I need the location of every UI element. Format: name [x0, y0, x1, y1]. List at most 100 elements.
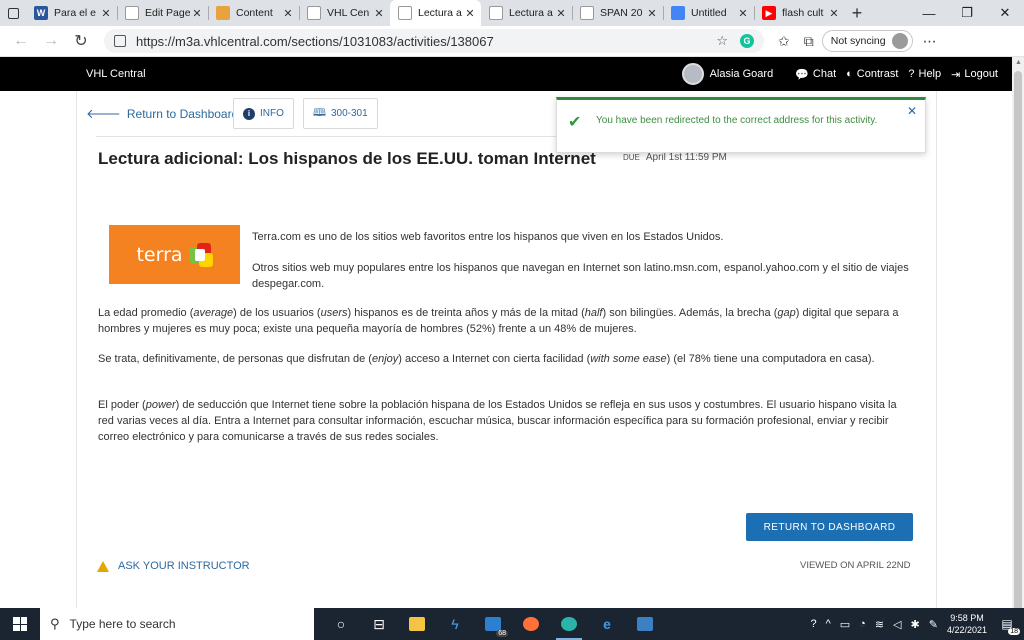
- photos-icon[interactable]: [626, 608, 664, 640]
- page-title: Lectura adicional: Los hispanos de los E…: [98, 149, 596, 168]
- system-tray: ? ^ ▭ ◔ ≋ ◁ ✱ ✎ 9:58 PM 4/22/2021 ▤ 18: [810, 612, 1024, 636]
- tab-close-icon[interactable]: ✕: [281, 7, 295, 20]
- tab-close-icon[interactable]: ✕: [99, 7, 113, 20]
- contrast-link[interactable]: ◐ Contrast: [846, 68, 898, 80]
- browser-tab[interactable]: SPAN 20 ✕: [572, 0, 663, 26]
- url-text[interactable]: https://m3a.vhlcentral.com/sections/1031…: [136, 34, 494, 49]
- browser-tab[interactable]: ▶ flash cult ✕: [754, 0, 845, 26]
- user-menu[interactable]: Alasia Goard: [681, 63, 773, 85]
- scrollbar-thumb[interactable]: [1014, 71, 1022, 611]
- tab-title: Lectura a: [418, 7, 462, 19]
- help-tray-icon[interactable]: ?: [810, 618, 816, 630]
- mail-badge: 68: [496, 630, 508, 637]
- start-button[interactable]: [0, 617, 40, 631]
- network-icon[interactable]: ◔: [859, 618, 866, 630]
- browser-tab[interactable]: Edit Page ✕: [117, 0, 208, 26]
- browser-tab-strip: W Para el e ✕ Edit Page ✕ Content ✕ VHL Cen ✕ Lec…: [0, 0, 1024, 26]
- browser-tab[interactable]: W Para el e ✕: [26, 0, 117, 26]
- tab-close-icon[interactable]: ✕: [827, 7, 841, 20]
- mail-icon[interactable]: 68: [474, 608, 512, 640]
- favorites-icon[interactable]: ✩: [778, 33, 790, 50]
- info-button[interactable]: i INFO: [233, 98, 294, 129]
- tab-close-icon[interactable]: ✕: [736, 7, 750, 20]
- vhl-brand[interactable]: VHL Central: [86, 68, 682, 80]
- minimize-button[interactable]: —: [910, 0, 948, 26]
- forward-icon[interactable]: →: [36, 32, 66, 50]
- close-icon[interactable]: ✕: [907, 104, 917, 118]
- task-view-icon[interactable]: ⊟: [360, 608, 398, 640]
- edge-icon[interactable]: [550, 608, 588, 640]
- back-icon[interactable]: ←: [6, 32, 36, 50]
- reload-icon[interactable]: ↻: [66, 31, 96, 51]
- restore-button[interactable]: ❐: [948, 0, 986, 26]
- file-explorer-icon[interactable]: [398, 608, 436, 640]
- cortana-icon[interactable]: ○: [322, 608, 360, 640]
- paragraph-2: Otros sitios web muy populares entre los…: [252, 262, 909, 290]
- ask-instructor-link[interactable]: ASK YOUR INSTRUCTOR: [97, 560, 250, 572]
- new-tab-button[interactable]: +: [845, 3, 869, 24]
- tab-close-icon[interactable]: ✕: [190, 7, 204, 20]
- collections-icon[interactable]: ⧉: [804, 33, 814, 50]
- address-bar: ← → ↻ https://m3a.vhlcentral.com/section…: [0, 26, 1024, 57]
- return-to-dashboard-link[interactable]: 🡐 Return to Dashboard: [86, 106, 238, 122]
- tab-title: SPAN 20: [600, 7, 643, 19]
- search-icon: ⚲: [50, 616, 60, 631]
- window-menu-icon[interactable]: [0, 0, 26, 26]
- sync-label: Not syncing: [830, 35, 886, 47]
- tab-close-icon[interactable]: ✕: [463, 7, 477, 20]
- chat-link[interactable]: 💬 Chat: [795, 68, 836, 81]
- return-to-dashboard-button[interactable]: RETURN TO DASHBOARD: [746, 513, 913, 541]
- browser-tab[interactable]: VHL Cen ✕: [299, 0, 390, 26]
- app-tray-icon[interactable]: ✱: [911, 618, 920, 631]
- card-border: [76, 91, 77, 608]
- internet-explorer-icon[interactable]: e: [588, 608, 626, 640]
- page-icon: [125, 6, 139, 20]
- pages-button[interactable]: 🕮 300-301: [303, 98, 378, 129]
- tab-close-icon[interactable]: ✕: [372, 7, 386, 20]
- app-icon[interactable]: ϟ: [436, 608, 474, 640]
- contrast-label: Contrast: [856, 68, 899, 80]
- sync-button[interactable]: Not syncing: [821, 30, 913, 52]
- site-permissions-icon[interactable]: ☆: [716, 33, 728, 49]
- browser-tab[interactable]: Lectura a ✕: [481, 0, 572, 26]
- lock-icon[interactable]: [114, 35, 126, 47]
- pages-label: 300-301: [330, 108, 368, 119]
- ask-instructor-label: ASK YOUR INSTRUCTOR: [118, 560, 250, 572]
- paragraph-5: El poder (power) de seducción que Intern…: [98, 399, 897, 443]
- tab-title: VHL Cen: [327, 7, 370, 19]
- tab-title: Para el e: [54, 7, 97, 19]
- browser-tab[interactable]: Untitled ✕: [663, 0, 754, 26]
- tab-title: Content: [236, 7, 273, 19]
- help-link[interactable]: ? Help: [908, 68, 941, 80]
- tab-close-icon[interactable]: ✕: [554, 7, 568, 20]
- close-window-button[interactable]: ✕: [986, 0, 1024, 26]
- warning-icon: [97, 560, 109, 572]
- terra-logo-text: terra: [136, 243, 183, 266]
- back-arrow-icon: 🡐: [86, 106, 121, 121]
- notification-center-icon[interactable]: ▤ 18: [996, 617, 1020, 635]
- browser-tab[interactable]: Content ✕: [208, 0, 299, 26]
- clock[interactable]: 9:58 PM 4/22/2021: [947, 612, 987, 636]
- url-field[interactable]: https://m3a.vhlcentral.com/sections/1031…: [104, 29, 764, 53]
- show-hidden-icons[interactable]: ^: [826, 618, 831, 630]
- docs-icon: [671, 6, 685, 20]
- taskbar-search[interactable]: ⚲ Type here to search: [40, 608, 314, 640]
- tab-close-icon[interactable]: ✕: [645, 7, 659, 20]
- browser-tab[interactable]: Lectura a ✕: [390, 0, 481, 26]
- paragraph-4: Se trata, definitivamente, de personas q…: [98, 353, 875, 365]
- page-scrollbar[interactable]: ▲: [1012, 57, 1024, 611]
- logout-link[interactable]: ⇥ Logout: [951, 68, 998, 81]
- content-icon: [216, 6, 230, 20]
- battery-icon[interactable]: ▭: [840, 618, 850, 631]
- logout-label: Logout: [964, 68, 998, 80]
- wifi-icon[interactable]: ≋: [875, 618, 884, 631]
- book-icon: 🕮: [313, 107, 326, 119]
- more-options-icon[interactable]: ⋯: [923, 33, 937, 50]
- grammarly-extension-icon[interactable]: G: [740, 34, 754, 48]
- scroll-up-icon[interactable]: ▲: [1015, 59, 1022, 66]
- help-label: Help: [918, 68, 942, 80]
- pen-icon[interactable]: ✎: [929, 618, 938, 631]
- firefox-icon[interactable]: [512, 608, 550, 640]
- back-link-label: Return to Dashboard: [126, 107, 239, 121]
- volume-icon[interactable]: ◁: [893, 618, 901, 631]
